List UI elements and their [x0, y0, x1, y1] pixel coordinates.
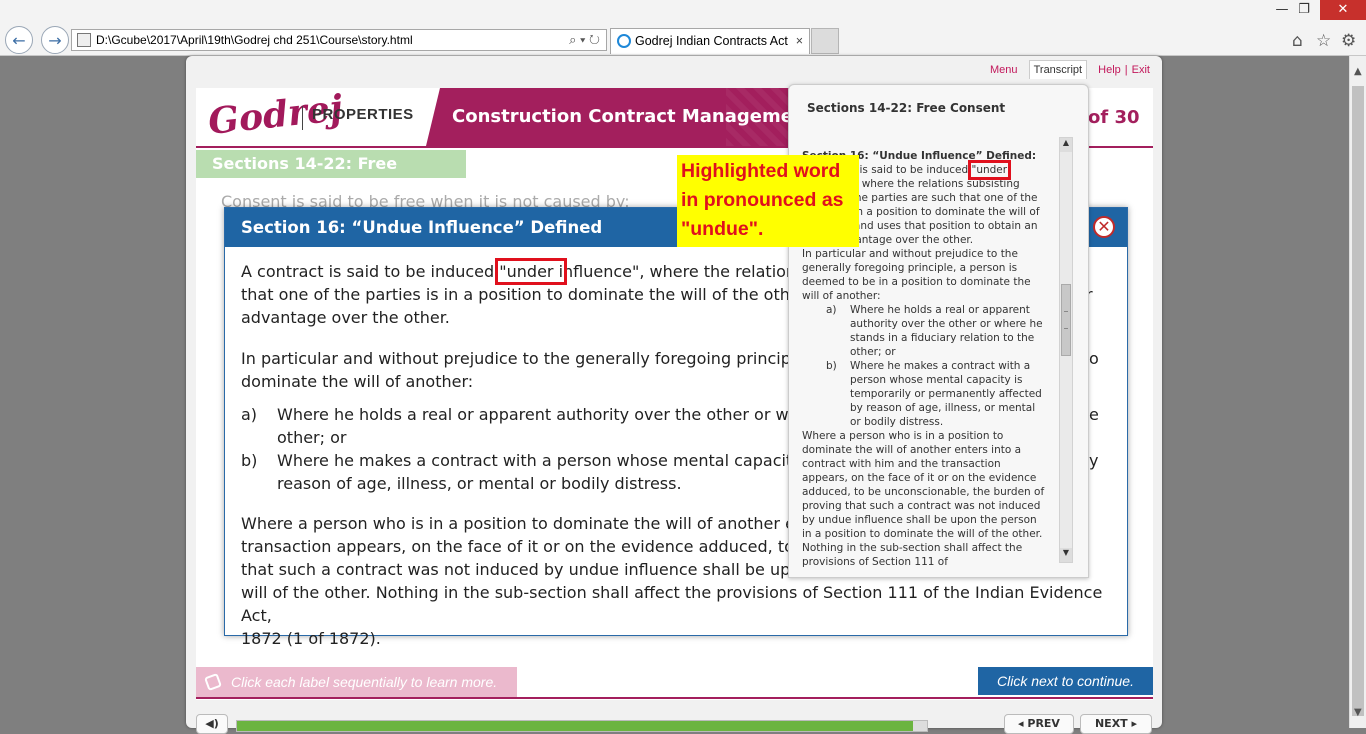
p3-line-1: Where a person who is in a position to d…: [241, 514, 822, 533]
volume-icon: ◀): [205, 717, 219, 730]
forward-button[interactable]: →: [41, 26, 69, 54]
seek-bar[interactable]: [236, 720, 928, 732]
highlighted-word: "under i: [495, 258, 567, 285]
p2-line-2: dominate the will of another:: [241, 372, 474, 391]
page-counter: of 30: [1088, 107, 1140, 128]
tag-icon: [204, 673, 222, 691]
p1-line-2: that one of the parties is in a position…: [241, 285, 822, 304]
transcript-scroll-down-icon[interactable]: ▼: [1060, 548, 1072, 562]
p1-line-3: advantage over the other.: [241, 308, 450, 327]
logo-properties: PROPERTIES: [312, 106, 414, 123]
page-scrollbar[interactable]: ▲ ▼: [1349, 56, 1366, 728]
p2-line-1: In particular and without prejudice to t…: [241, 349, 811, 368]
scroll-down-icon[interactable]: ▼: [1354, 707, 1362, 718]
tab-title: Godrej Indian Contracts Act: [635, 34, 788, 48]
p3-line-4: will of the other. Nothing in the sub-se…: [241, 583, 1103, 625]
annotation-note: Highlighted word in pronounced as "undue…: [677, 155, 859, 247]
settings-gear-icon[interactable]: ⚙: [1341, 31, 1356, 51]
prev-button[interactable]: ◂ PREV: [1004, 714, 1074, 734]
favorites-star-icon[interactable]: ☆: [1316, 31, 1331, 51]
transcript-highlighted-word: "under: [967, 160, 1012, 180]
popup-title: Section 16: “Undue Influence” Defined: [241, 218, 603, 237]
seek-progress: [237, 721, 914, 731]
new-tab-button[interactable]: [811, 28, 839, 54]
next-button[interactable]: NEXT ▸: [1080, 714, 1152, 734]
p3-line-5: 1872 (1 of 1872).: [241, 629, 381, 648]
page-counter-box: of 30: [1088, 88, 1153, 146]
list-a-tail: e: [1089, 405, 1099, 424]
scroll-thumb[interactable]: [1352, 86, 1364, 716]
address-bar[interactable]: D:\Gcube\2017\April\19th\Godrej chd 251\…: [71, 29, 607, 51]
footer-line: [196, 697, 1153, 699]
window-close-button[interactable]: ✕: [1320, 0, 1366, 20]
help-link[interactable]: Help: [1098, 64, 1121, 76]
player-top-links: Menu Transcript Help | Exit: [986, 60, 1154, 79]
exit-link[interactable]: Exit: [1132, 64, 1150, 76]
transcript-b-text: Where he makes a contract with a person …: [850, 360, 1042, 428]
list-marker-b: b): [241, 451, 258, 470]
p3-line-2: transaction appears, on the face of it o…: [241, 537, 819, 556]
transcript-link[interactable]: Transcript: [1028, 60, 1088, 79]
list-a-line-1: Where he holds a real or apparent author…: [277, 405, 816, 424]
transcript-marker-a: a): [826, 304, 837, 316]
list-b-line-1: Where he makes a contract with a person …: [277, 451, 820, 470]
p2-tail: o: [1089, 349, 1099, 368]
transcript-a-text: Where he holds a real or apparent author…: [850, 304, 1043, 358]
hint-text: Click each label sequentially to learn m…: [231, 674, 498, 690]
address-tools-icon[interactable]: ⌕ ▾ ↻: [569, 30, 600, 50]
list-marker-a: a): [241, 405, 258, 424]
hint-bar: Click each label sequentially to learn m…: [196, 667, 517, 697]
ie-icon: [617, 34, 631, 48]
player-controls: ◀) ◂ PREV NEXT ▸: [186, 706, 1162, 734]
forward-arrow-icon: →: [48, 30, 62, 50]
browser-tab[interactable]: Godrej Indian Contracts Act ×: [610, 28, 810, 54]
popup-close-icon[interactable]: ✕: [1093, 216, 1115, 238]
p3-line-3: that such a contract was not induced by …: [241, 560, 822, 579]
next-hint-bar: Click next to continue.: [978, 667, 1153, 695]
volume-button[interactable]: ◀): [196, 714, 228, 734]
transcript-marker-b: b): [826, 360, 837, 372]
transcript-title: Sections 14-22: Free Consent: [807, 101, 1006, 115]
list-a-line-2: other; or: [277, 428, 347, 447]
godrej-logo: Godrej PROPERTIES: [196, 87, 436, 146]
address-text: D:\Gcube\2017\April\19th\Godrej chd 251\…: [96, 33, 413, 47]
transcript-list-item-b: b) Where he makes a contract with a perso…: [802, 359, 1048, 429]
restore-button[interactable]: ❐: [1290, 0, 1318, 20]
transcript-scroll-thumb[interactable]: [1061, 284, 1071, 356]
transcript-scroll-up-icon[interactable]: ▲: [1060, 138, 1072, 152]
menu-link[interactable]: Menu: [990, 64, 1018, 76]
transcript-paragraph-3: Where a person who is in a position to d…: [802, 430, 1045, 567]
back-arrow-icon: ←: [12, 30, 26, 50]
browser-chrome: ← → D:\Gcube\2017\April\19th\Godrej chd …: [0, 0, 1366, 56]
scroll-up-icon[interactable]: ▲: [1354, 66, 1362, 77]
page-icon: [77, 33, 91, 47]
tab-close-icon[interactable]: ×: [796, 29, 803, 53]
transcript-list-item-a: a) Where he holds a real or apparent auth…: [802, 303, 1048, 359]
back-button[interactable]: ←: [5, 26, 33, 54]
list-b-tail: y: [1089, 451, 1099, 470]
list-b-line-2: reason of age, illness, or mental or bod…: [277, 474, 682, 493]
section-tab: Sections 14-22: Free Consent: [196, 150, 466, 201]
logo-divider: [302, 106, 303, 130]
transcript-scrollbar[interactable]: ▲ ▼: [1059, 137, 1073, 563]
home-icon[interactable]: ⌂: [1292, 31, 1303, 51]
transcript-paragraph-2: In particular and without prejudice to t…: [802, 248, 1031, 302]
p1-text: A contract is said to be induced: [241, 262, 500, 281]
p1-text-after: nfluence", where the relations s: [563, 262, 818, 281]
